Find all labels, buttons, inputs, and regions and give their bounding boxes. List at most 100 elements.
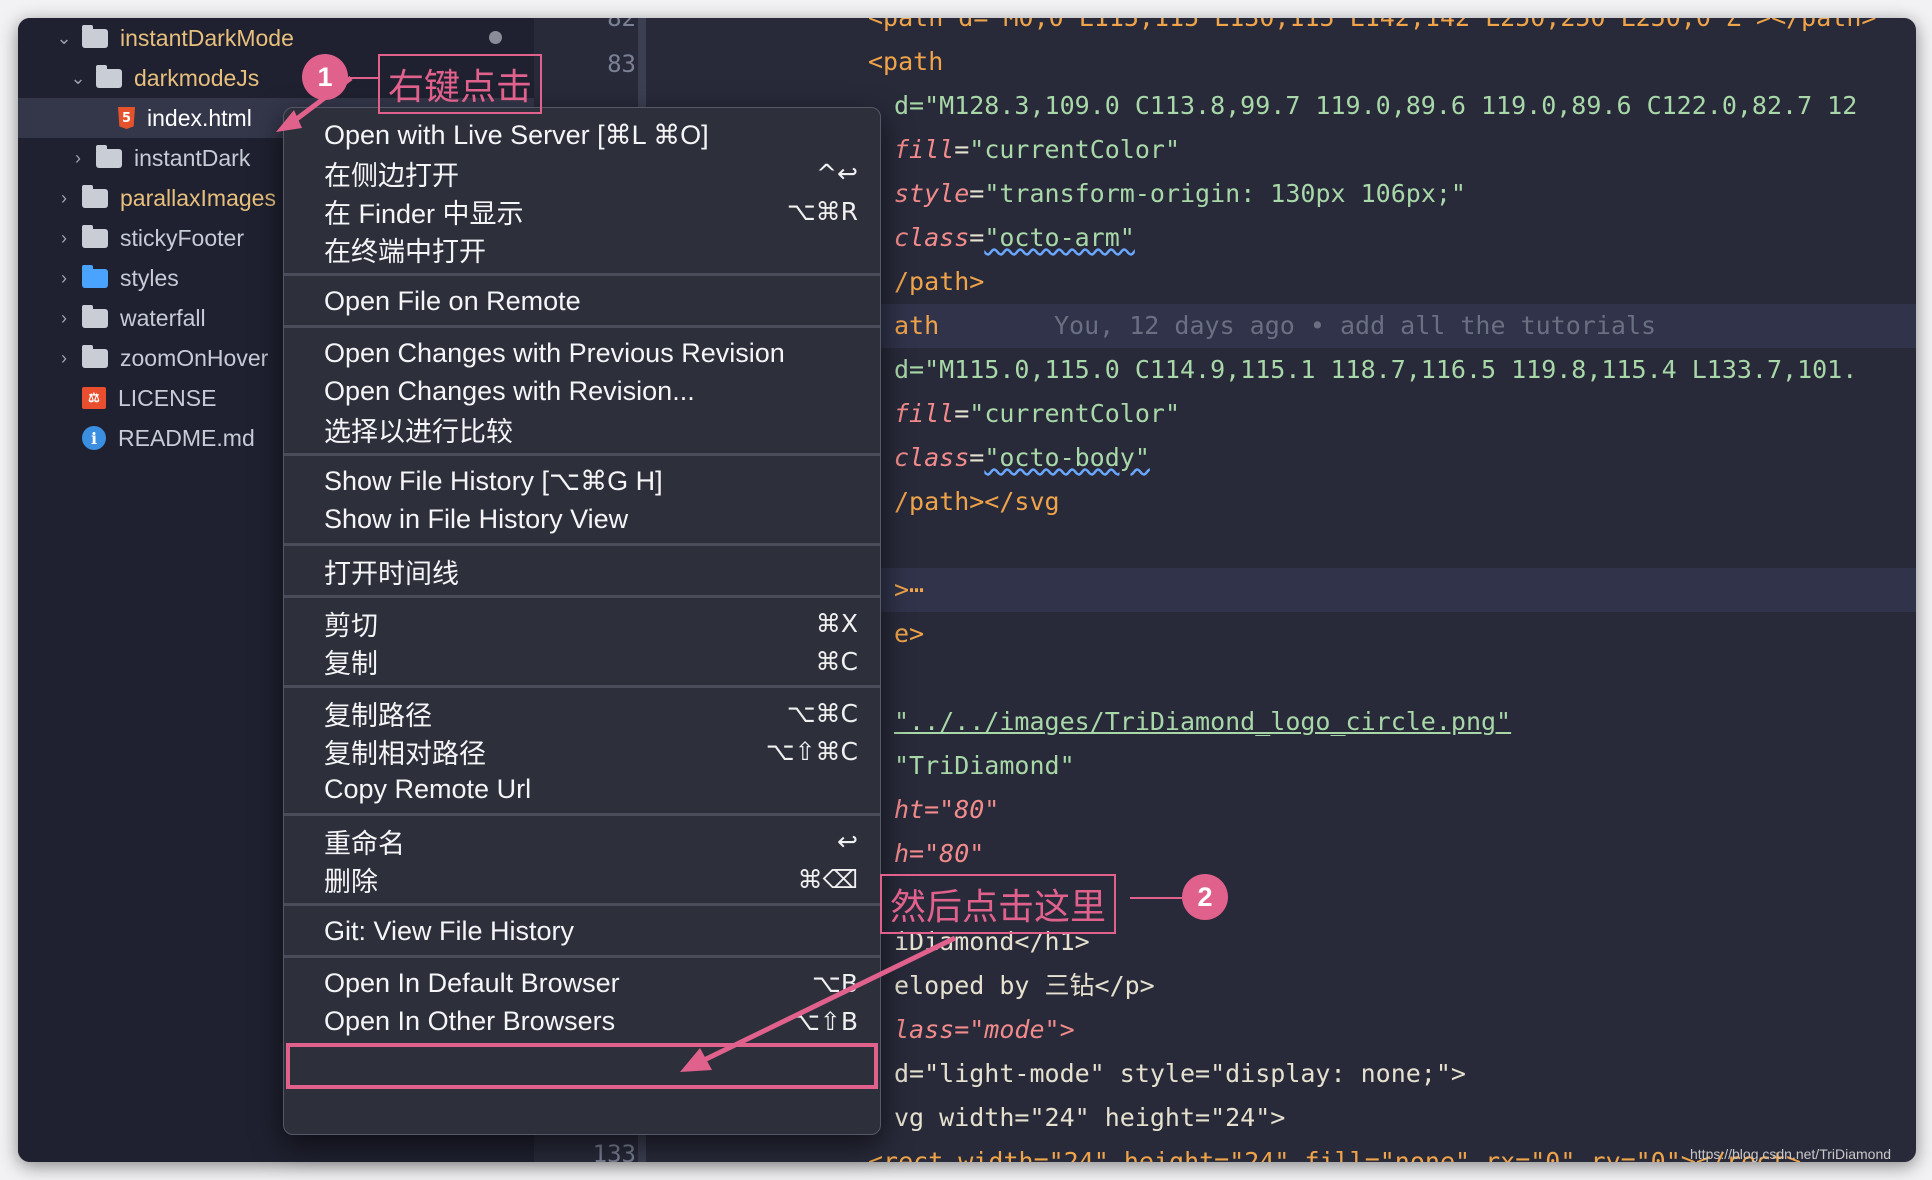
- menu-item-label: 在侧边打开: [324, 160, 459, 191]
- menu-item[interactable]: Open Changes with Previous Revision: [284, 334, 880, 372]
- folder-icon: [82, 304, 108, 328]
- tree-item-label: styles: [120, 264, 179, 291]
- menu-item[interactable]: Git: View File History: [284, 912, 880, 950]
- menu-item-shortcut: ^↩: [816, 158, 858, 188]
- menu-item-label: 选择以进行比较: [324, 416, 513, 447]
- menu-item-open-in-default-browser[interactable]: Open In Default Browser ⌥B: [284, 964, 880, 1002]
- menu-item[interactable]: 复制 ⌘C: [284, 642, 880, 680]
- chevron-right-icon: ›: [61, 267, 67, 288]
- line-number: 82: [607, 18, 636, 32]
- code-text: d="M115.0,115.0 C114.9,115.1 118.7,116.5…: [894, 355, 1858, 384]
- menu-item-label: Open File on Remote: [324, 285, 581, 316]
- menu-item[interactable]: 打开时间线: [284, 552, 880, 590]
- chevron-right-icon: ›: [75, 147, 81, 168]
- menu-item[interactable]: Open File on Remote: [284, 282, 880, 320]
- code-text: ath: [894, 311, 940, 340]
- tree-item-label: instantDarkMode: [120, 24, 294, 51]
- menu-item-label: Show File History [⌥⌘G H]: [324, 465, 663, 496]
- menu-separator: [284, 903, 880, 906]
- menu-item[interactable]: 选择以进行比较: [284, 410, 880, 448]
- menu-item[interactable]: 复制路径 ⌥⌘C: [284, 694, 880, 732]
- tree-item-label: README.md: [118, 424, 255, 451]
- menu-item-label: Open Changes with Revision...: [324, 375, 695, 406]
- tree-item-label: waterfall: [120, 304, 206, 331]
- tree-item-label: index.html: [147, 104, 252, 131]
- code-attr: class: [894, 443, 970, 472]
- chevron-right-icon: ›: [61, 227, 67, 248]
- menu-item[interactable]: Open In Other Browsers ⌥⇧B: [284, 1002, 880, 1040]
- menu-item-shortcut: ⌘⌫: [797, 864, 858, 894]
- menu-item-shortcut: ↩: [837, 826, 858, 856]
- git-blame: You, 12 days ago • add all the tutorials: [1054, 311, 1657, 340]
- menu-separator: [284, 685, 880, 688]
- menu-separator: [284, 453, 880, 456]
- code-line: <path d="M0,0 L115,115 L130,115 L142,142…: [646, 18, 1916, 40]
- code-link[interactable]: "../../images/TriDiamond_logo_circle.png…: [894, 707, 1511, 736]
- code-attr: fill: [894, 399, 955, 428]
- menu-item-label: 复制路径: [324, 700, 432, 731]
- folder-icon: [96, 144, 122, 168]
- menu-item-label: 打开时间线: [324, 558, 459, 589]
- menu-item-label: 在 Finder 中显示: [324, 198, 524, 229]
- info-icon: i: [82, 426, 106, 450]
- code-value: "currentColor": [969, 399, 1180, 428]
- tree-item-label: stickyFooter: [120, 224, 244, 251]
- license-file-icon: ⚖: [82, 387, 106, 409]
- step-badge-2: 2: [1182, 874, 1228, 920]
- menu-item-label: Copy Remote Url: [324, 773, 532, 804]
- menu-separator: [284, 543, 880, 546]
- menu-item[interactable]: 剪切 ⌘X: [284, 604, 880, 642]
- line-number: 133: [592, 1140, 636, 1162]
- menu-item[interactable]: 在终端中打开: [284, 230, 880, 268]
- menu-item-shortcut: ⌘X: [815, 608, 858, 638]
- line-number: 83: [607, 50, 636, 78]
- menu-separator: [284, 595, 880, 598]
- menu-item-shortcut: ⌥B: [812, 968, 858, 998]
- folder-open-icon: [96, 64, 122, 88]
- menu-item-label: Open Changes with Previous Revision: [324, 337, 785, 368]
- code-attr: fill: [894, 135, 955, 164]
- menu-item-shortcut: ⌥⇧⌘C: [765, 736, 858, 766]
- tree-item-label: zoomOnHover: [120, 344, 269, 371]
- tree-item-instantdarkmode[interactable]: ⌄ instantDarkMode: [18, 18, 572, 58]
- code-text: d="M128.3,109.0 C113.8,99.7 119.0,89.6 1…: [894, 91, 1858, 120]
- folder-icon: [82, 184, 108, 208]
- menu-item-label: Show in File History View: [324, 503, 629, 534]
- menu-item[interactable]: Open with Live Server [⌘L ⌘O]: [284, 116, 880, 154]
- menu-item[interactable]: 复制相对路径 ⌥⇧⌘C: [284, 732, 880, 770]
- menu-item-label: 复制: [324, 648, 378, 679]
- tree-item-label: parallaxImages: [120, 184, 276, 211]
- code-value: "transform-origin: 130px 106px;": [984, 179, 1466, 208]
- chevron-down-icon: ⌄: [70, 67, 86, 88]
- chevron-down-icon: ⌄: [56, 27, 72, 48]
- menu-item-shortcut: ⌥⇧B: [791, 1006, 858, 1036]
- annotation-note-1: 右键点击: [378, 54, 543, 114]
- styles-folder-icon: [82, 264, 108, 288]
- menu-item-label: Open In Default Browser: [324, 967, 620, 998]
- folder-icon: [82, 224, 108, 248]
- code-value: "octo-body": [984, 443, 1150, 472]
- tree-item-label: LICENSE: [118, 384, 217, 411]
- html-file-icon: 5: [118, 107, 135, 129]
- context-menu: Open with Live Server [⌘L ⌘O] 在侧边打开 ^↩ 在 Fi…: [283, 107, 881, 1135]
- code-value: "octo-arm": [984, 223, 1135, 252]
- menu-item[interactable]: 重命名 ↩: [284, 822, 880, 860]
- watermark: https://blog.csdn.net/TriDiamond: [1690, 1146, 1892, 1162]
- menu-item-label: 重命名: [324, 828, 405, 859]
- menu-item[interactable]: 在侧边打开 ^↩: [284, 154, 880, 192]
- highlight-box: [286, 1043, 878, 1089]
- menu-item-label: 剪切: [324, 610, 378, 641]
- menu-item[interactable]: Open Changes with Revision...: [284, 372, 880, 410]
- menu-item[interactable]: 删除 ⌘⌫: [284, 860, 880, 898]
- menu-separator: [284, 325, 880, 328]
- menu-item[interactable]: 在 Finder 中显示 ⌥⌘R: [284, 192, 880, 230]
- code-line: <path: [868, 47, 944, 76]
- menu-item[interactable]: Copy Remote Url: [284, 770, 880, 808]
- menu-item[interactable]: Show in File History View: [284, 500, 880, 538]
- tree-item-label: darkmodeJs: [134, 64, 260, 91]
- step-badge-1: 1: [302, 54, 348, 100]
- folder-open-icon: [82, 24, 108, 48]
- menu-separator: [284, 813, 880, 816]
- menu-item[interactable]: Show File History [⌥⌘G H]: [284, 462, 880, 500]
- menu-item-label: 复制相对路径: [324, 738, 486, 769]
